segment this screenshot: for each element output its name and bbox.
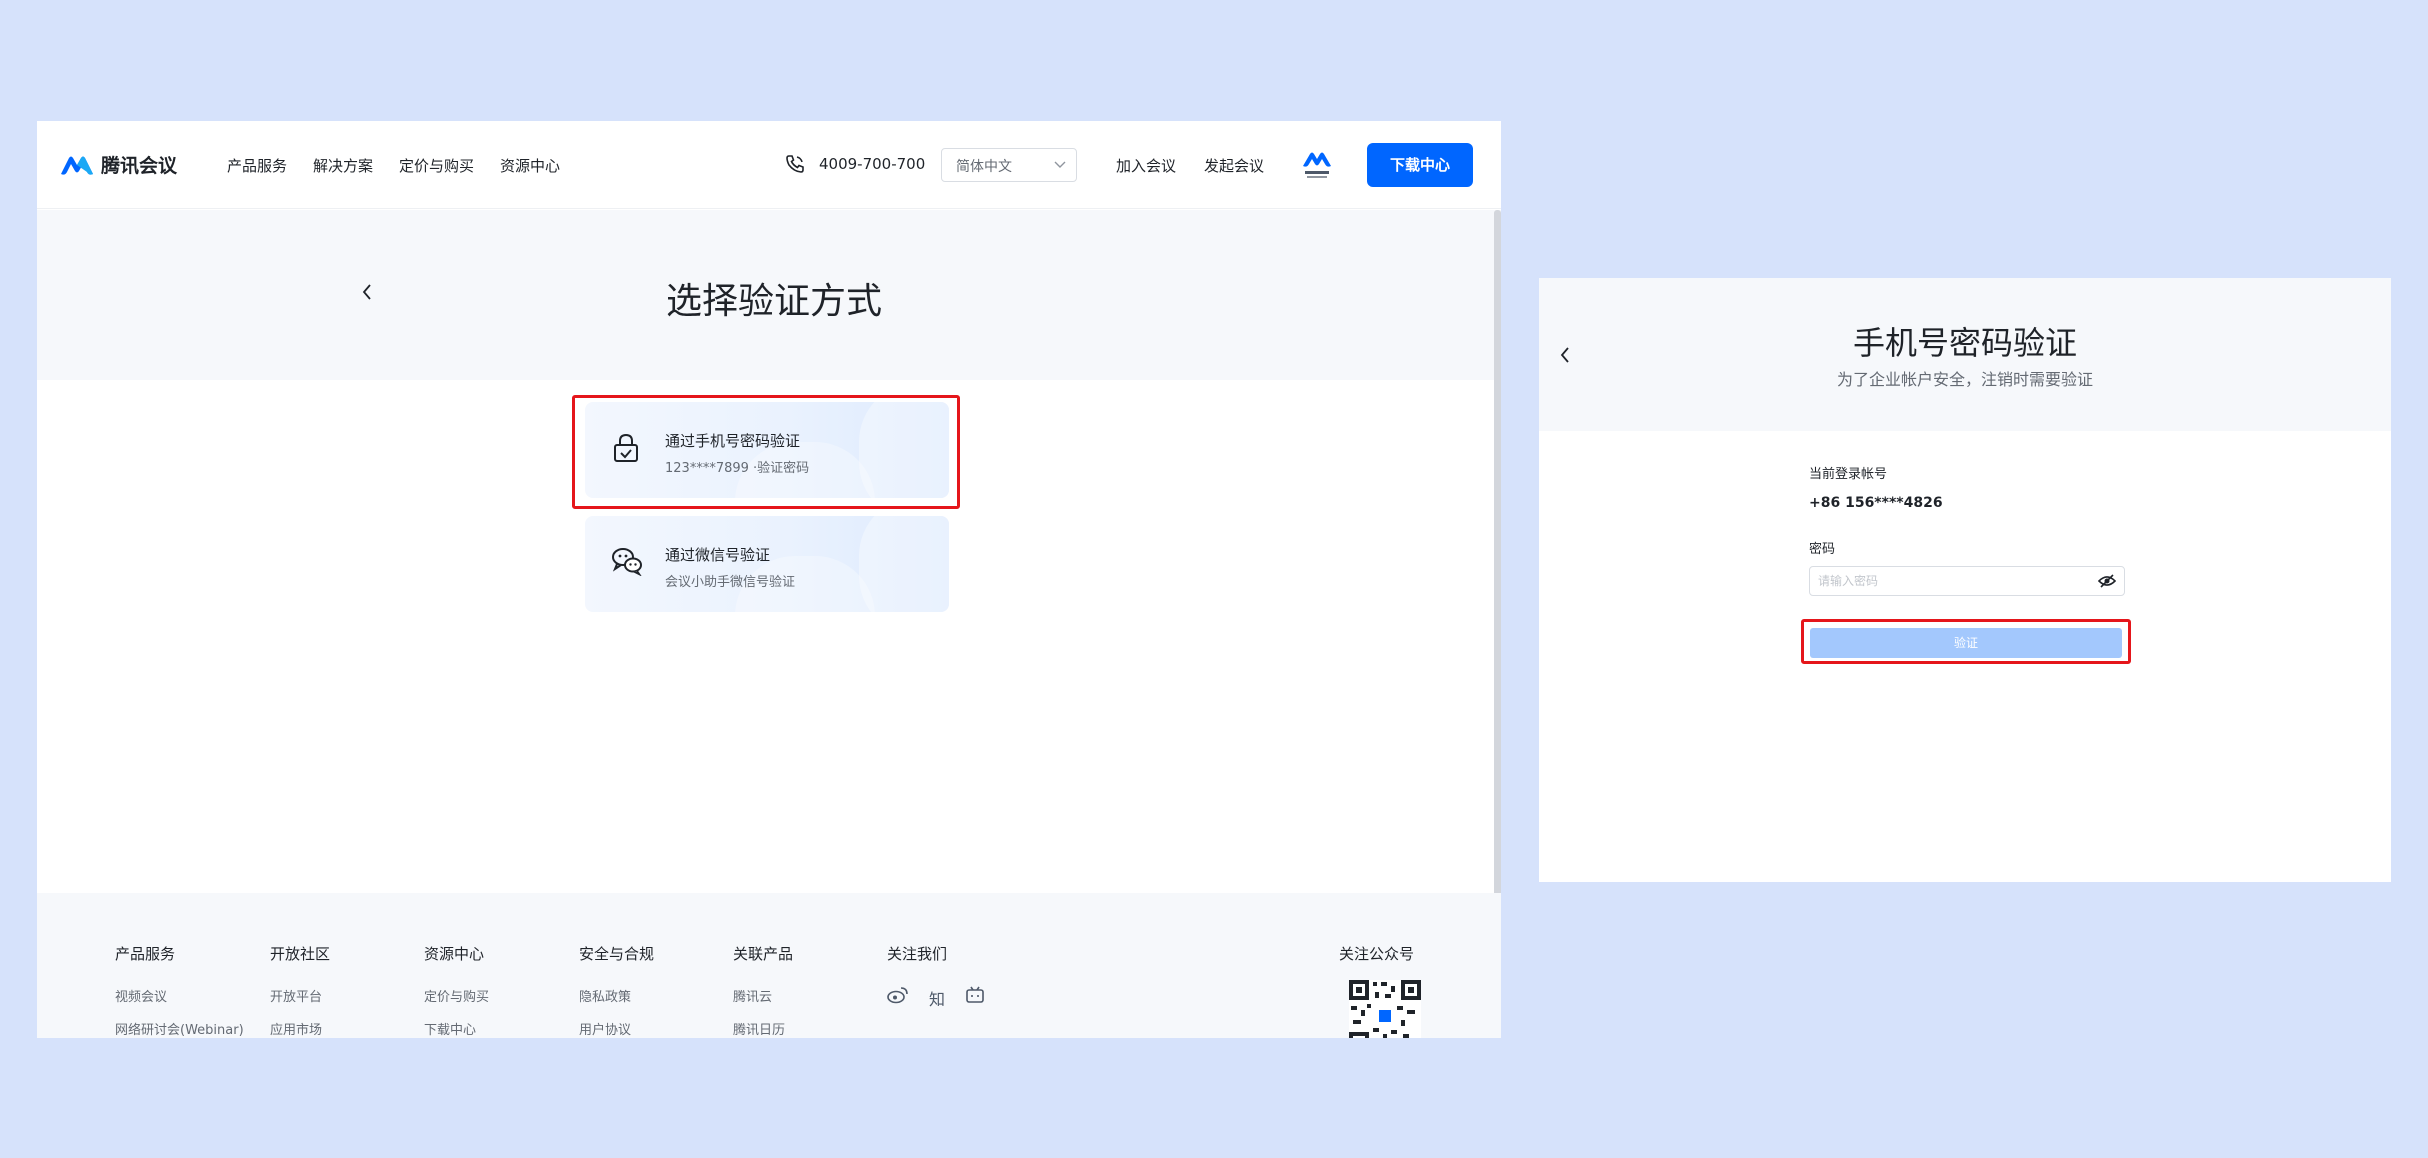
- password-input[interactable]: [1810, 567, 2080, 595]
- language-select[interactable]: 简体中文: [941, 148, 1077, 182]
- site-footer: 产品服务 视频会议 网络研讨会(Webinar) 开放社区 开放平台 应用市场 …: [37, 893, 1501, 1038]
- chevron-down-icon: [1054, 161, 1066, 168]
- nav-item-products[interactable]: 产品服务: [227, 155, 287, 176]
- footer-link[interactable]: 下载中心: [424, 1019, 489, 1038]
- footer-heading: 安全与合规: [579, 945, 655, 963]
- verify-select-header: 选择验证方式: [37, 210, 1501, 380]
- footer-column-security: 安全与合规 隐私政策 用户协议: [579, 943, 654, 1038]
- highlight-box: [1801, 619, 2131, 664]
- hotline-number: 4009-700-700: [819, 155, 926, 173]
- brand-name: 腾讯会议: [101, 155, 178, 177]
- footer-heading: 关联产品: [733, 945, 794, 963]
- footer-link[interactable]: 网络研讨会(Webinar): [115, 1019, 244, 1038]
- footer-column-follow: 关注我们 知: [887, 943, 985, 1010]
- password-label: 密码: [1809, 542, 1836, 557]
- footer-link[interactable]: 应用市场: [270, 1019, 330, 1038]
- footer-heading: 资源中心: [424, 945, 485, 963]
- download-center-button[interactable]: 下载中心: [1367, 143, 1473, 187]
- footer-heading: 关注我们: [887, 945, 948, 963]
- main-nav: 产品服务 解决方案 定价与购买 资源中心: [227, 155, 560, 176]
- page-title: 选择验证方式: [665, 281, 882, 322]
- scrollbar[interactable]: [1494, 210, 1501, 930]
- phone-password-verify-window: 手机号密码验证 为了企业帐户安全，注销时需要验证 当前登录帐号 +86 156*…: [1539, 278, 2391, 882]
- footer-column-community: 开放社区 开放平台 应用市场: [270, 943, 330, 1038]
- option-subtitle: 会议小助手微信号验证: [665, 575, 796, 590]
- eye-hidden-icon[interactable]: [2098, 573, 2116, 589]
- option-wechat[interactable]: 通过微信号验证 会议小助手微信号验证: [585, 516, 949, 612]
- verify-method-window: 腾讯会议 产品服务 解决方案 定价与购买 资源中心 4009-700-700 简…: [37, 121, 1501, 1038]
- nav-item-resources[interactable]: 资源中心: [500, 155, 560, 176]
- wechat-icon: [612, 548, 642, 576]
- phone-icon: [786, 155, 804, 173]
- nav-item-solutions[interactable]: 解决方案: [313, 155, 373, 176]
- footer-link[interactable]: 腾讯日历: [733, 1019, 793, 1038]
- highlight-box: [572, 395, 960, 509]
- password-field-wrapper: [1809, 566, 2125, 596]
- bilibili-icon[interactable]: [965, 986, 985, 1004]
- page-title: 手机号密码验证: [1852, 324, 2077, 362]
- weibo-icon[interactable]: [887, 986, 909, 1004]
- footer-link[interactable]: 隐私政策: [579, 986, 654, 1005]
- footer-column-related: 关联产品 腾讯云 腾讯日历: [733, 943, 793, 1038]
- official-account-label: 关注公众号: [1339, 945, 1415, 963]
- option-title: 通过微信号验证: [665, 546, 771, 564]
- hotline: 4009-700-700: [785, 154, 925, 174]
- brand-logo[interactable]: 腾讯会议: [59, 151, 177, 178]
- footer-link[interactable]: 开放平台: [270, 986, 330, 1005]
- tencent-meeting-logo-icon: [61, 156, 93, 175]
- card-decoration: [859, 516, 949, 612]
- footer-link[interactable]: 用户协议: [579, 1019, 654, 1038]
- current-account-value: +86 156****4826: [1809, 495, 1943, 511]
- footer-column-resources: 资源中心 定价与购买 下载中心: [424, 943, 489, 1038]
- footer-heading: 开放社区: [270, 945, 331, 963]
- language-value: 简体中文: [956, 159, 1012, 175]
- nav-item-pricing[interactable]: 定价与购买: [399, 155, 474, 176]
- current-account-label: 当前登录帐号: [1809, 467, 1888, 482]
- footer-link[interactable]: 视频会议: [115, 986, 244, 1005]
- page-subtitle: 为了企业帐户安全，注销时需要验证: [1836, 370, 2093, 389]
- footer-link[interactable]: 腾讯云: [733, 986, 793, 1005]
- zhihu-icon[interactable]: 知: [929, 986, 945, 1010]
- join-meeting-link[interactable]: 加入会议: [1116, 155, 1176, 176]
- footer-column-products: 产品服务 视频会议 网络研讨会(Webinar): [115, 943, 244, 1038]
- top-navigation: 腾讯会议 产品服务 解决方案 定价与购买 资源中心 4009-700-700 简…: [37, 121, 1501, 209]
- phone-verify-header: 手机号密码验证 为了企业帐户安全，注销时需要验证: [1539, 278, 2391, 431]
- start-meeting-link[interactable]: 发起会议: [1204, 155, 1264, 176]
- footer-link[interactable]: 定价与购买: [424, 986, 489, 1005]
- social-links: 知: [887, 986, 985, 1010]
- qr-code-icon: [1349, 980, 1421, 1038]
- tencent-meeting-app-icon[interactable]: [1299, 148, 1335, 182]
- footer-heading: 产品服务: [115, 945, 176, 963]
